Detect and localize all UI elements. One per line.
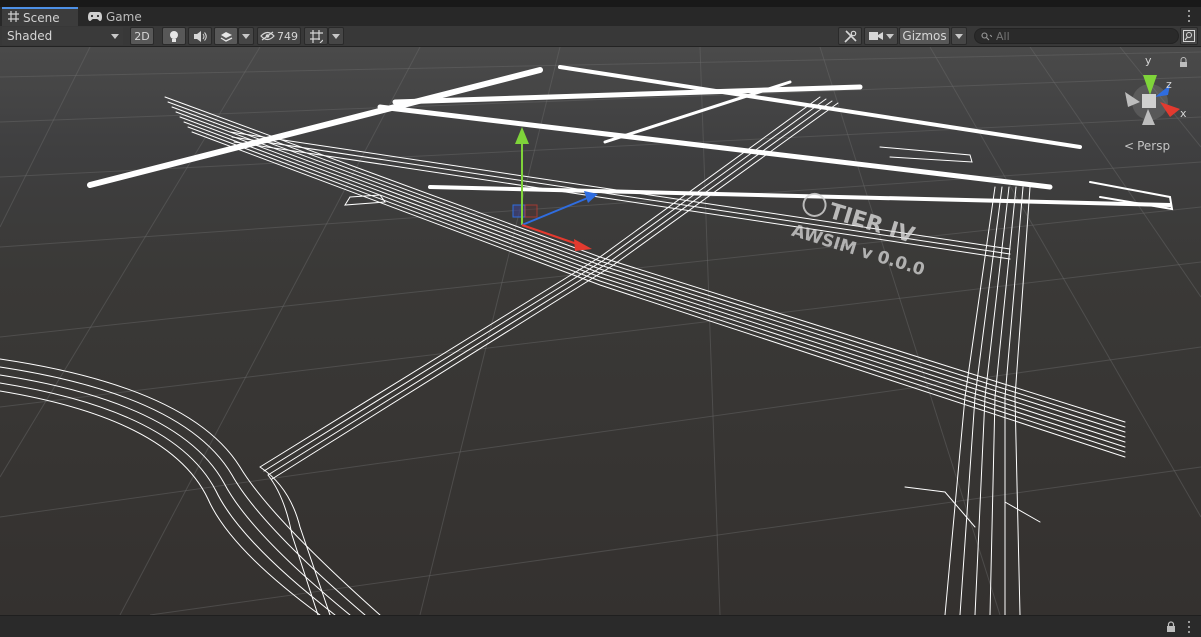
chevron-down-icon: [242, 33, 250, 39]
gizmo-zy-plane-handle[interactable]: [524, 204, 538, 218]
chevron-down-icon: [111, 34, 119, 39]
search-icon: [981, 31, 992, 40]
camera-settings-button[interactable]: [864, 27, 898, 45]
title-strip: [0, 0, 1201, 7]
axis-z-label: z: [1166, 78, 1172, 91]
lightbulb-icon: [170, 30, 178, 42]
gizmos-dropdown[interactable]: [951, 27, 967, 45]
status-bar: [0, 615, 1201, 637]
draw-mode-dropdown[interactable]: Shaded: [2, 27, 123, 45]
search-input[interactable]: [996, 29, 1166, 43]
grid-snapping-toggle[interactable]: [304, 27, 328, 45]
eye-hidden-icon: [260, 31, 275, 41]
audio-toggle-button[interactable]: [188, 27, 212, 45]
camera-icon: [868, 32, 883, 40]
projection-toggle[interactable]: < Persp: [1124, 139, 1170, 153]
toggle-2d-button[interactable]: 2D: [130, 27, 154, 45]
search-scene-button[interactable]: [1180, 27, 1198, 45]
tab-scene-label: Scene: [23, 10, 60, 25]
gizmos-button[interactable]: Gizmos: [899, 27, 950, 45]
tab-game-label: Game: [106, 9, 142, 24]
scene-viewport[interactable]: TIER IV AWSIM v 0.0.0 y z x < Persp: [0, 47, 1201, 615]
editor-tab-bar: Scene Game: [0, 7, 1201, 26]
scene-render: TIER IV AWSIM v 0.0.0 y z x: [0, 47, 1201, 615]
grid-icon: [8, 10, 19, 25]
tools-button[interactable]: [838, 27, 862, 45]
viewport-lock-icon[interactable]: [1180, 57, 1187, 68]
awsim-watermark: TIER IV AWSIM v 0.0.0: [789, 192, 927, 280]
scene-toolbar: Shaded 2D 749 Gizmos: [0, 26, 1201, 47]
gizmo-y-arrow[interactable]: [515, 127, 529, 144]
tools-icon: [843, 29, 857, 43]
chevron-left-icon: <: [1124, 139, 1135, 153]
hidden-objects-toggle[interactable]: 749: [257, 27, 301, 45]
chevron-down-icon: [332, 33, 340, 39]
hierarchy-search-field[interactable]: [974, 28, 1179, 44]
toggle-2d-label: 2D: [134, 29, 150, 43]
effects-toggle-button[interactable]: [214, 27, 238, 45]
draw-mode-value: Shaded: [7, 29, 53, 43]
hidden-objects-count: 749: [277, 29, 298, 43]
speaker-icon: [193, 30, 207, 42]
gizmo-x-arrow[interactable]: [574, 239, 592, 251]
grid-snapping-dropdown[interactable]: [328, 27, 344, 45]
projection-label: Persp: [1137, 139, 1171, 153]
tab-scene[interactable]: Scene: [2, 7, 78, 26]
more-options-icon[interactable]: [1185, 9, 1193, 23]
gizmo-xy-plane-handle[interactable]: [512, 204, 526, 218]
lighting-toggle-button[interactable]: [162, 27, 186, 45]
search-in-scene-icon: [1183, 30, 1195, 42]
gizmos-label: Gizmos: [902, 29, 947, 43]
effects-layers-icon: [220, 31, 232, 42]
chevron-down-icon: [885, 33, 894, 39]
axis-y-label: y: [1145, 54, 1152, 67]
chevron-down-icon: [955, 33, 963, 39]
lock-icon[interactable]: [1166, 621, 1176, 633]
effects-dropdown[interactable]: [238, 27, 254, 45]
axis-x-label: x: [1180, 107, 1187, 120]
status-more-options-icon[interactable]: [1185, 620, 1193, 634]
road-network: [0, 65, 1174, 615]
grid-snap-icon: [309, 29, 323, 43]
tab-game[interactable]: Game: [82, 7, 148, 26]
gamepad-icon: [88, 10, 102, 24]
